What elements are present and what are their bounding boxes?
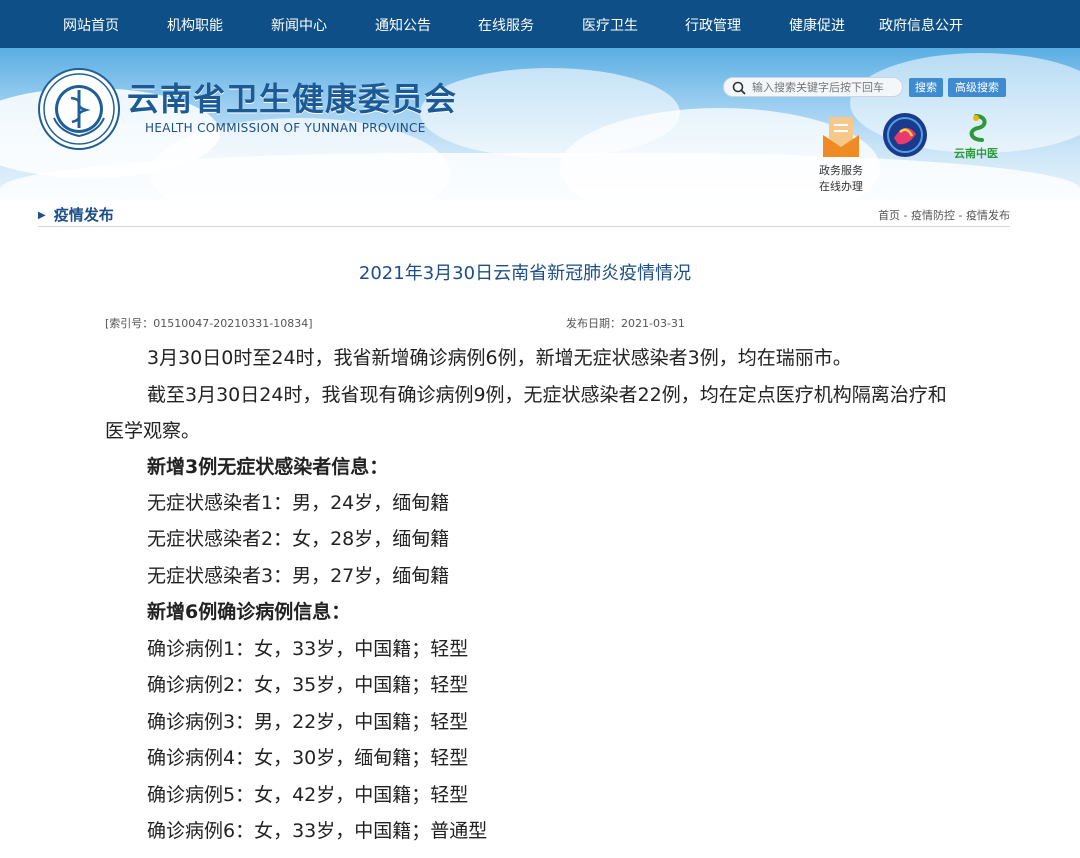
breadcrumb: 首页 - 疫情防控 - 疫情发布: [878, 207, 1010, 223]
article-paragraph: 确诊病例5：女，42岁，中国籍；轻型: [105, 777, 965, 813]
breadcrumb-home[interactable]: 首页: [878, 209, 900, 222]
nav-item-notices[interactable]: 通知公告: [360, 0, 446, 48]
search-icon: [732, 80, 746, 99]
article-title: 2021年3月30日云南省新冠肺炎疫情情况: [0, 259, 1050, 285]
article-paragraph: 截至3月30日24时，我省现有确诊病例9例，无症状感染者22例，均在定点医疗机构…: [105, 377, 955, 449]
article-section-heading: 新增6例确诊病例信息：: [105, 594, 965, 630]
gov-service-label-2: 在线办理: [812, 178, 870, 194]
column-title: ▶ 疫情发布: [38, 204, 114, 225]
nav-item-online-services[interactable]: 在线服务: [463, 0, 549, 48]
article-index-number: [索引号：01510047-20210331-10834]: [105, 315, 313, 331]
yunnan-tcm-icon: [956, 112, 996, 146]
top-navigation: 网站首页 机构职能 新闻中心 通知公告 在线服务 医疗卫生 行政管理 健康促进 …: [0, 0, 1080, 48]
nav-item-home[interactable]: 网站首页: [48, 0, 134, 48]
yunnan-tcm-link[interactable]: 云南中医: [946, 112, 1006, 161]
article-paragraph: 确诊病例1：女，33岁，中国籍；轻型: [105, 631, 965, 667]
breadcrumb-separator: -: [900, 209, 911, 222]
yunnan-tcm-label: 云南中医: [946, 145, 1006, 161]
article-paragraph: 确诊病例2：女，35岁，中国籍；轻型: [105, 667, 965, 703]
article-paragraph: 3月30日0时至24时，我省新增确诊病例6例，新增无症状感染者3例，均在瑞丽市。: [105, 340, 965, 376]
article-paragraph: 无症状感染者1：男，24岁，缅甸籍: [105, 485, 965, 521]
gov-service-icon: [819, 115, 863, 159]
breadcrumb-parent[interactable]: 疫情防控: [911, 209, 955, 222]
article-paragraph: 确诊病例3：男，22岁，中国籍；轻型: [105, 704, 965, 740]
nav-item-gov-info[interactable]: 政府信息公开: [866, 0, 976, 48]
gov-service-label-1: 政务服务: [812, 162, 870, 178]
health-commission-emblem-icon[interactable]: [38, 68, 120, 150]
search-box: [723, 77, 903, 97]
triangle-right-icon: ▶: [38, 210, 46, 221]
circular-emblem-icon: [882, 112, 928, 158]
advanced-search-button[interactable]: 高级搜索: [948, 78, 1006, 97]
article-paragraph: 无症状感染者2：女，28岁，缅甸籍: [105, 521, 965, 557]
gov-service-link[interactable]: 政务服务 在线办理: [812, 115, 870, 194]
article-paragraph: 无症状感染者3：男，27岁，缅甸籍: [105, 558, 965, 594]
divider: [38, 226, 1010, 227]
column-title-text: 疫情发布: [54, 206, 114, 224]
nav-item-medical[interactable]: 医疗卫生: [567, 0, 653, 48]
article-paragraph: 确诊病例4：女，30岁，缅甸籍；轻型: [105, 740, 965, 776]
site-title: 云南省卫生健康委员会: [127, 74, 457, 120]
nav-item-news[interactable]: 新闻中心: [256, 0, 342, 48]
search-input[interactable]: [752, 79, 897, 95]
article-section-heading: 新增3例无症状感染者信息：: [105, 449, 965, 485]
site-subtitle: HEALTH COMMISSION OF YUNNAN PROVINCE: [145, 121, 426, 135]
emblem-link[interactable]: [881, 112, 929, 161]
nav-item-health-promotion[interactable]: 健康促进: [774, 0, 860, 48]
article-paragraph: 确诊病例6：女，33岁，中国籍；普通型: [105, 813, 965, 849]
nav-item-functions[interactable]: 机构职能: [152, 0, 238, 48]
breadcrumb-current[interactable]: 疫情发布: [966, 209, 1010, 222]
article-publish-date: 发布日期：2021-03-31: [566, 315, 685, 331]
search-button[interactable]: 搜索: [909, 78, 943, 97]
nav-item-administration[interactable]: 行政管理: [670, 0, 756, 48]
breadcrumb-separator: -: [955, 209, 966, 222]
